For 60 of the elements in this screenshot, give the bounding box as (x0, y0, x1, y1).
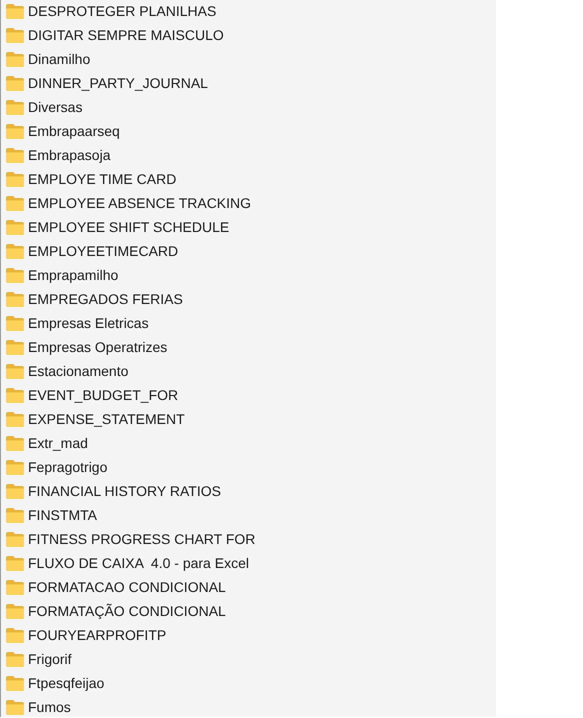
folder-icon (6, 52, 24, 66)
folder-icon (6, 316, 24, 330)
folder-icon (6, 244, 24, 258)
folder-name[interactable]: FITNESS PROGRESS CHART FOR (28, 531, 256, 547)
folder-icon (6, 4, 24, 18)
folder-icon (6, 196, 24, 210)
folder-name[interactable]: Frigorif (28, 651, 72, 667)
folder-icon (6, 676, 24, 690)
folder-name[interactable]: Estacionamento (28, 363, 128, 379)
folder-name[interactable]: FORMATAÇÃO CONDICIONAL (28, 603, 226, 619)
folder-name[interactable]: Fumos (28, 699, 71, 715)
folder-name[interactable]: DESPROTEGER PLANILHAS (28, 3, 216, 19)
folder-name[interactable]: DINNER_PARTY_JOURNAL (28, 75, 208, 91)
folder-name[interactable]: DIGITAR SEMPRE MAISCULO (28, 27, 224, 43)
folder-name[interactable]: EMPLOYEE ABSENCE TRACKING (28, 195, 252, 211)
folder-name[interactable]: EMPLOYE TIME CARD (28, 171, 176, 187)
folder-name[interactable]: Emprapamilho (28, 267, 118, 283)
folder-name[interactable]: Ftpesqfeijao (28, 675, 104, 691)
folder-icon (6, 364, 24, 378)
folder-name[interactable]: EMPREGADOS FERIAS (28, 291, 183, 307)
folder-name[interactable]: FOURYEARPROFITP (28, 627, 166, 643)
folder-icon (6, 580, 24, 594)
folder-name[interactable]: Embrapasoja (28, 147, 110, 163)
folder-name[interactable]: Embrapaarseq (28, 123, 120, 139)
folder-icon (6, 124, 24, 138)
folder-icon (6, 700, 24, 714)
folder-name[interactable]: EVENT_BUDGET_FOR (28, 387, 178, 403)
folder-icon (6, 436, 24, 450)
folder-icon (6, 604, 24, 618)
folder-name[interactable]: Empresas Eletricas (28, 315, 149, 331)
folder-icon (6, 148, 24, 162)
folder-icon (6, 28, 24, 42)
folder-icon (6, 76, 24, 90)
folder-icon (6, 220, 24, 234)
folder-name[interactable]: EXPENSE_STATEMENT (28, 411, 185, 427)
folder-icon (6, 412, 24, 426)
folder-icon (6, 172, 24, 186)
folder-icon (6, 508, 24, 522)
folder-name[interactable]: Dinamilho (28, 51, 90, 67)
folder-name[interactable]: Empresas Operatrizes (28, 339, 168, 355)
folder-name[interactable]: FINANCIAL HISTORY RATIOS (28, 483, 221, 499)
folder-icon (6, 388, 24, 402)
folder-name[interactable]: EMPLOYEE SHIFT SCHEDULE (28, 219, 230, 235)
folder-icon (6, 460, 24, 474)
folder-icon (6, 652, 24, 666)
folder-name[interactable]: Fepragotrigo (28, 459, 108, 475)
folder-icon (6, 100, 24, 114)
folder-icon (6, 268, 24, 282)
folder-name[interactable]: Diversas (28, 99, 82, 115)
folder-name[interactable]: FINSTMTA (28, 507, 97, 523)
folder-icon (6, 292, 24, 306)
folder-name[interactable]: EMPLOYEETIMECARD (28, 243, 178, 259)
folder-icon (6, 532, 24, 546)
folder-icon (6, 556, 24, 570)
folder-icon (6, 484, 24, 498)
folder-name[interactable]: FORMATACAO CONDICIONAL (28, 579, 226, 595)
folder-icon (6, 628, 24, 642)
folder-name[interactable]: Extr_mad (28, 435, 88, 451)
folder-name[interactable]: FLUXO DE CAIXA 4.0 - para Excel (28, 555, 249, 571)
folder-icon (6, 340, 24, 354)
